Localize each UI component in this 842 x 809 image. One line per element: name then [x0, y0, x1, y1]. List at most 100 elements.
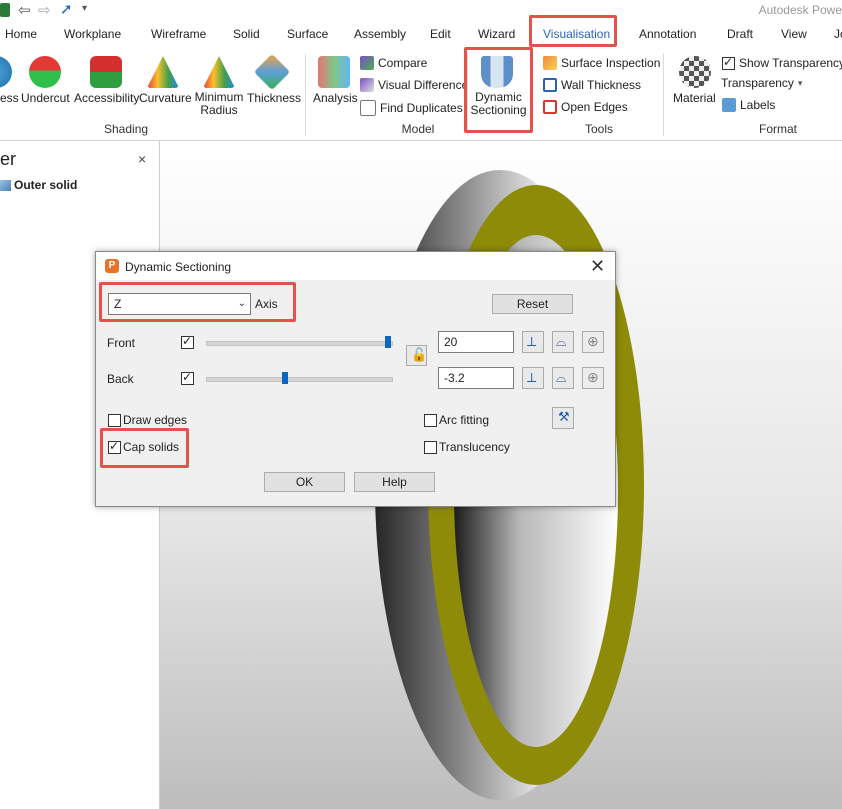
- open-edges-label: Open Edges: [561, 100, 628, 114]
- draw-edges-label[interactable]: Draw edges: [123, 413, 187, 427]
- back-label: Back: [107, 372, 134, 386]
- crosshair-icon: ⊕: [587, 369, 599, 385]
- back-checkbox[interactable]: [181, 370, 194, 385]
- shading-partial-icon[interactable]: [0, 56, 12, 88]
- transparency-label: Transparency: [721, 76, 794, 90]
- curvature-label[interactable]: Curvature: [139, 91, 192, 105]
- arc-fitting-checkbox[interactable]: [424, 414, 437, 427]
- axis-pick-icon: ⟂: [527, 333, 537, 349]
- app-icon[interactable]: [0, 3, 10, 17]
- tab-wizard[interactable]: Wizard: [478, 27, 515, 41]
- ok-button[interactable]: OK: [264, 472, 345, 492]
- front-checkbox[interactable]: [181, 334, 194, 349]
- draw-edges-checkbox[interactable]: [108, 414, 121, 427]
- redo-icon[interactable]: ⇨: [38, 1, 51, 19]
- ribbon: ess Undercut Accessibility Curvature Min…: [0, 47, 842, 141]
- minimum-radius-icon[interactable]: [203, 56, 235, 88]
- group-label-tools: Tools: [584, 122, 613, 136]
- minimum-radius-label[interactable]: Minimum Radius: [194, 91, 244, 117]
- find-duplicates-button[interactable]: Find Duplicates: [360, 100, 463, 116]
- labels-button[interactable]: Labels: [722, 98, 775, 112]
- accessibility-label[interactable]: Accessibility: [74, 91, 139, 105]
- tab-workplane[interactable]: Workplane: [64, 27, 121, 41]
- close-icon[interactable]: ×: [138, 151, 146, 167]
- back-slider-handle[interactable]: [282, 372, 288, 384]
- show-transparency-checkbox[interactable]: [722, 55, 735, 70]
- group-label-shading: Shading: [104, 122, 149, 136]
- tab-home[interactable]: Home: [5, 27, 37, 41]
- crosshair-icon: ⊕: [587, 333, 599, 349]
- cap-solids-highlight: [100, 428, 189, 468]
- close-icon[interactable]: ✕: [590, 256, 605, 277]
- front-slider-track[interactable]: [206, 341, 393, 346]
- ribbon-separator: [663, 54, 664, 136]
- accessibility-icon[interactable]: [90, 56, 122, 88]
- lock-sliders-button[interactable]: 🔓: [406, 345, 427, 366]
- tab-draft[interactable]: Draft: [727, 27, 753, 41]
- section-icon: ⌓: [556, 370, 567, 385]
- tab-edit[interactable]: Edit: [430, 27, 451, 41]
- find-duplicates-icon: [360, 100, 376, 116]
- open-edges-button[interactable]: Open Edges: [543, 100, 628, 114]
- undercut-label[interactable]: Undercut: [21, 91, 70, 105]
- surface-inspection-icon: [543, 56, 557, 70]
- tab-assembly[interactable]: Assembly: [354, 27, 406, 41]
- back-value-input[interactable]: -3.2: [438, 367, 514, 389]
- back-target-button[interactable]: ⊕: [582, 367, 604, 389]
- customize-dropdown-icon[interactable]: ▾: [82, 3, 87, 14]
- analysis-icon[interactable]: [318, 56, 350, 88]
- front-section-button[interactable]: ⌓: [552, 331, 574, 353]
- analysis-label[interactable]: Analysis: [313, 91, 358, 105]
- tree-item-outer-solid[interactable]: Outer solid: [0, 178, 77, 192]
- material-label[interactable]: Material: [673, 91, 716, 105]
- front-axis-pick-button[interactable]: ⟂: [522, 331, 544, 353]
- transparency-dropdown[interactable]: Transparency ▾: [721, 76, 802, 90]
- compare-icon: [360, 56, 374, 70]
- show-transparency-toggle[interactable]: Show Transparency: [722, 55, 842, 70]
- surface-inspection-button[interactable]: Surface Inspection: [543, 56, 660, 70]
- front-value-input[interactable]: 20: [438, 331, 514, 353]
- tab-annotation[interactable]: Annotation: [639, 27, 696, 41]
- dialog-title-bar[interactable]: P Dynamic Sectioning ✕: [96, 252, 615, 280]
- arc-fitting-label[interactable]: Arc fitting: [439, 413, 489, 427]
- front-target-button[interactable]: ⊕: [582, 331, 604, 353]
- show-transparency-label: Show Transparency: [739, 56, 842, 70]
- surface-inspection-label: Surface Inspection: [561, 56, 661, 70]
- select-cursor-icon[interactable]: ➚: [60, 0, 73, 18]
- shading-item-partial[interactable]: ess: [0, 91, 19, 105]
- help-button[interactable]: Help: [354, 472, 435, 492]
- back-axis-pick-button[interactable]: ⟂: [522, 367, 544, 389]
- visual-difference-button[interactable]: Visual Difference: [360, 78, 468, 92]
- tab-wireframe[interactable]: Wireframe: [151, 27, 206, 41]
- tab-visualisation-highlight: [529, 15, 617, 47]
- app-logo-icon: P: [105, 259, 119, 273]
- reset-button[interactable]: Reset: [492, 294, 573, 314]
- front-slider-handle[interactable]: [385, 336, 391, 348]
- wall-thickness-label: Wall Thickness: [561, 78, 642, 92]
- labels-label: Labels: [740, 98, 776, 112]
- axis-highlight: [99, 282, 296, 322]
- undercut-icon[interactable]: [29, 56, 61, 88]
- front-label: Front: [107, 336, 136, 350]
- back-slider-track[interactable]: [206, 377, 393, 382]
- back-section-button[interactable]: ⌓: [552, 367, 574, 389]
- curvature-icon[interactable]: [147, 56, 179, 88]
- tab-solid[interactable]: Solid: [233, 27, 260, 41]
- compare-button[interactable]: Compare: [360, 56, 427, 70]
- ribbon-tabs: Home Workplane Wireframe Solid Surface A…: [0, 15, 842, 48]
- ribbon-separator: [305, 54, 306, 136]
- translucency-label[interactable]: Translucency: [439, 440, 510, 454]
- section-icon: ⌓: [556, 334, 567, 349]
- thickness-label[interactable]: Thickness: [247, 91, 301, 105]
- wall-thickness-icon: [543, 78, 557, 92]
- tab-view[interactable]: View: [781, 27, 807, 41]
- panel-title: er: [0, 149, 17, 169]
- arc-fitting-settings-button[interactable]: ⚒: [552, 407, 574, 429]
- tab-surface[interactable]: Surface: [287, 27, 328, 41]
- thickness-icon[interactable]: [253, 53, 291, 91]
- wall-thickness-button[interactable]: Wall Thickness: [543, 78, 641, 92]
- material-icon[interactable]: [679, 56, 711, 88]
- tab-jo[interactable]: Jo: [834, 27, 842, 41]
- undo-icon[interactable]: ⇦: [18, 1, 31, 19]
- translucency-checkbox[interactable]: [424, 441, 437, 454]
